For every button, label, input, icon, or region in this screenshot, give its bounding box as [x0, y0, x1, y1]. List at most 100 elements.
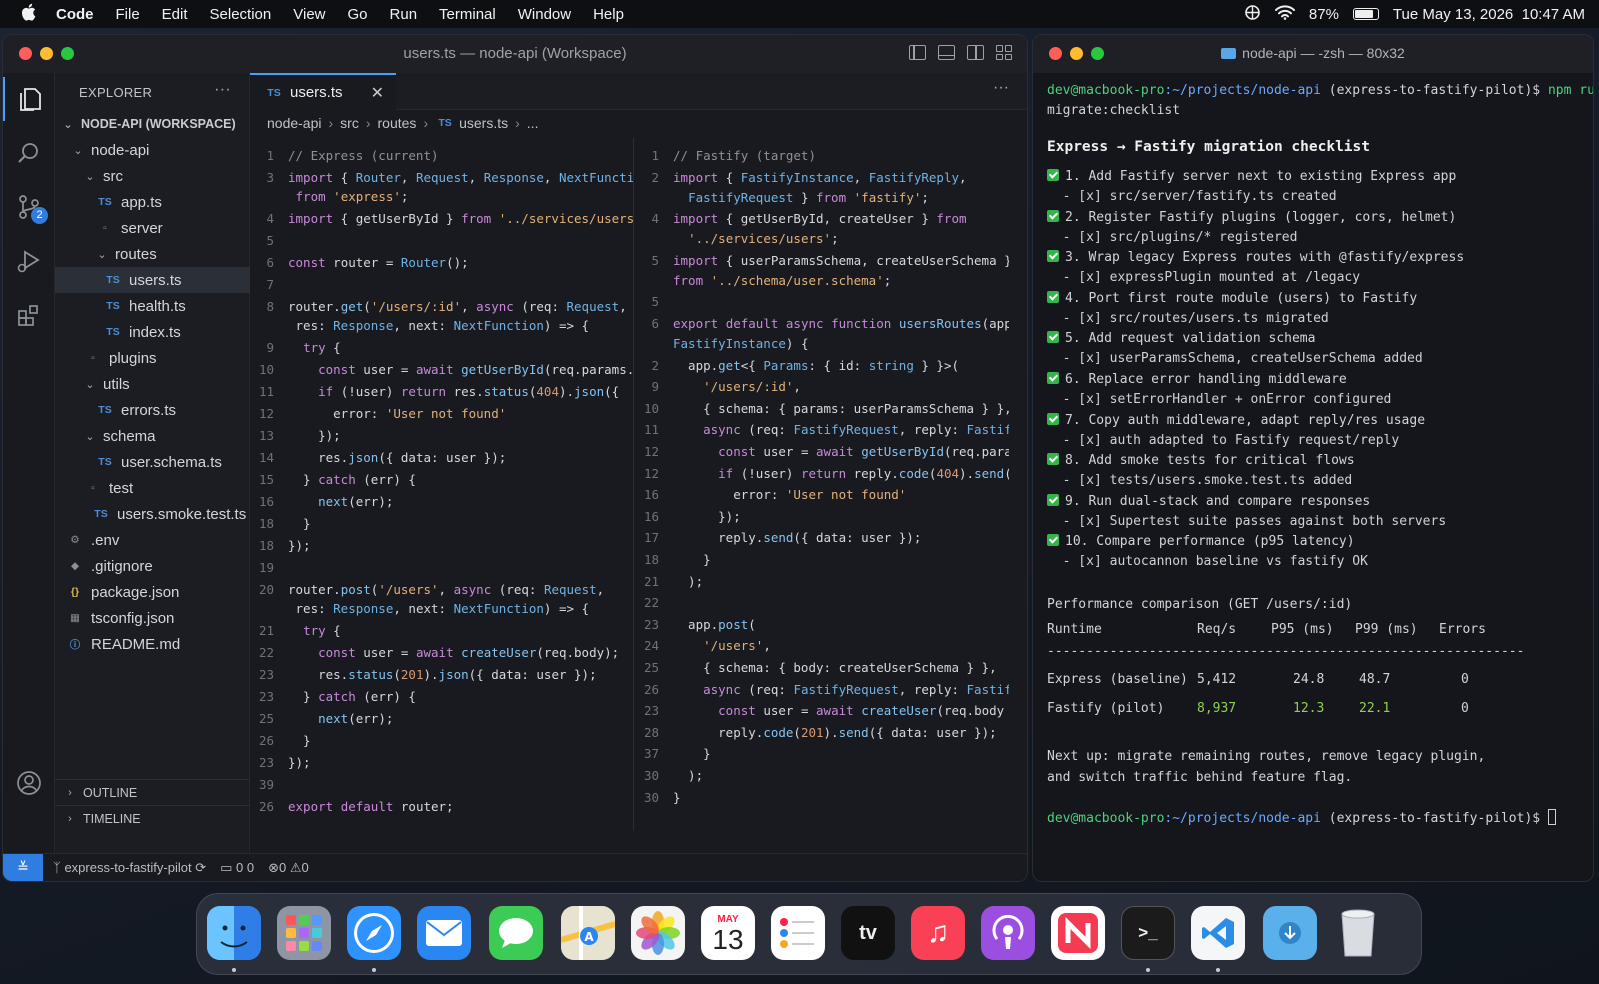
- editor-pane-fastify[interactable]: 1 // Fastify (target) 2 import { FastifyIns…: [635, 138, 1009, 831]
- menu-selection[interactable]: Selection: [210, 6, 272, 23]
- file-row[interactable]: TS app.ts: [55, 189, 250, 215]
- folder-row[interactable]: ▫ test: [55, 475, 250, 501]
- menu-app-name[interactable]: Code: [56, 6, 94, 23]
- menu-terminal[interactable]: Terminal: [439, 6, 496, 23]
- breadcrumb-item[interactable]: users.ts: [459, 115, 508, 131]
- news-icon[interactable]: [1051, 906, 1105, 960]
- branch-status[interactable]: ᛉ express-to-fastify-pilot ⟳: [53, 860, 206, 876]
- file-row[interactable]: TS health.ts: [55, 293, 250, 319]
- music-note: ♫: [926, 916, 950, 949]
- code-line: 21 try {: [250, 621, 341, 641]
- checklist-item: 8. Add smoke tests for critical flows: [1047, 451, 1355, 471]
- source-control-icon[interactable]: 2: [3, 185, 55, 229]
- photos-icon[interactable]: [631, 906, 685, 960]
- file-row[interactable]: TS users.smoke.test.ts: [55, 501, 250, 527]
- messages-icon[interactable]: [489, 906, 543, 960]
- safari-icon[interactable]: [347, 906, 401, 960]
- outline-section[interactable]: › OUTLINE: [55, 779, 250, 805]
- folder-row[interactable]: ▫ server: [55, 215, 250, 241]
- menu-run[interactable]: Run: [390, 6, 418, 23]
- toggle-panel-icon[interactable]: [938, 45, 955, 60]
- folder-row[interactable]: ⌄ src: [55, 163, 250, 189]
- menu-edit[interactable]: Edit: [162, 6, 188, 23]
- terminal-icon[interactable]: >_: [1121, 906, 1175, 960]
- menu-window[interactable]: Window: [518, 6, 571, 23]
- breadcrumb-item[interactable]: src: [340, 115, 359, 131]
- podcasts-icon[interactable]: [981, 906, 1035, 960]
- breadcrumb-item[interactable]: ...: [527, 115, 539, 131]
- file-row[interactable]: ▦ tsconfig.json: [55, 605, 250, 631]
- vpn-icon[interactable]: [1244, 4, 1261, 25]
- battery-level: [1354, 10, 1374, 18]
- tv-icon[interactable]: tv: [841, 906, 895, 960]
- wifi-icon[interactable]: [1274, 4, 1295, 24]
- finder-icon[interactable]: [207, 906, 261, 960]
- timeline-section[interactable]: › TIMELINE: [55, 805, 250, 831]
- toggle-secondary-sidebar-icon[interactable]: [967, 45, 984, 60]
- menu-help[interactable]: Help: [593, 6, 624, 23]
- music-icon[interactable]: ♫: [911, 906, 965, 960]
- customize-layout-icon[interactable]: [996, 45, 1013, 60]
- terminal-command-line: migrate:checklist: [1047, 103, 1181, 118]
- chevron-right-icon: ›: [515, 115, 520, 131]
- file-row[interactable]: TS users.ts: [55, 267, 250, 293]
- code-line: 15 } catch (err) {: [250, 470, 416, 490]
- menu-view[interactable]: View: [293, 6, 325, 23]
- launchpad-icon[interactable]: [277, 906, 331, 960]
- remote-icon[interactable]: ≚: [3, 853, 43, 881]
- menu-file[interactable]: File: [116, 6, 140, 23]
- terminal-output[interactable]: dev@macbook-pro:~/projects/node-api (exp…: [1047, 81, 1593, 871]
- battery-icon[interactable]: [1352, 8, 1379, 20]
- clock[interactable]: Tue May 13, 2026 10:47 AM: [1393, 6, 1585, 23]
- file-row[interactable]: TS user.schema.ts: [55, 449, 250, 475]
- folder-row[interactable]: ⌄ schema: [55, 423, 250, 449]
- code-text: error: 'User not found': [673, 487, 907, 503]
- line-number: 2: [651, 169, 659, 185]
- chevron-down-icon: ⌄: [85, 378, 95, 391]
- file-row[interactable]: ⚙ .env: [55, 527, 250, 553]
- editor-pane-express[interactable]: 1 // Express (current) 3 import { Router, R…: [250, 138, 634, 831]
- problems-status[interactable]: ⊗0 ⚠0: [268, 860, 309, 876]
- calendar-icon[interactable]: MAY 13: [701, 906, 755, 960]
- maps-icon[interactable]: A: [561, 906, 615, 960]
- running-indicator: [232, 968, 236, 972]
- line-number: 28: [643, 724, 659, 740]
- run-debug-icon[interactable]: [3, 239, 55, 283]
- workspace-label: NODE-API (WORKSPACE): [81, 117, 236, 131]
- mail-icon[interactable]: [417, 906, 471, 960]
- breadcrumb-item[interactable]: node-api: [267, 115, 322, 131]
- folder-row[interactable]: ⌄ utils: [55, 371, 250, 397]
- apple-menu-icon[interactable]: [0, 3, 56, 26]
- downloads-folder-icon[interactable]: [1263, 906, 1317, 960]
- breadcrumb-item[interactable]: routes: [378, 115, 417, 131]
- reminders-icon[interactable]: [771, 906, 825, 960]
- battery-percent: 87%: [1308, 5, 1339, 23]
- workspace-root[interactable]: ⌄ NODE-API (WORKSPACE): [55, 111, 250, 137]
- code-text: });: [288, 428, 341, 443]
- search-icon[interactable]: [3, 131, 55, 175]
- tab-users-ts[interactable]: TS users.ts ✕: [250, 73, 396, 110]
- file-row[interactable]: TS errors.ts: [55, 397, 250, 423]
- menu-go[interactable]: Go: [348, 6, 368, 23]
- close-tab-icon[interactable]: ✕: [371, 83, 384, 103]
- folder-row[interactable]: ▫ plugins: [55, 345, 250, 371]
- toggle-sidebar-icon[interactable]: [909, 45, 926, 60]
- vscode-icon[interactable]: [1191, 906, 1245, 960]
- ports-status[interactable]: ▭ 0 0: [220, 860, 254, 876]
- extensions-icon[interactable]: [3, 293, 55, 337]
- code-line: res: Response, next: NextFunction) => {: [250, 316, 590, 336]
- file-row[interactable]: ⓘ README.md: [55, 631, 250, 657]
- editor-more-actions-button[interactable]: ···: [993, 79, 1009, 97]
- explorer-icon[interactable]: [3, 77, 55, 121]
- explorer-more-button[interactable]: ···: [214, 81, 231, 99]
- file-row[interactable]: ◆ .gitignore: [55, 553, 250, 579]
- line-number: 14: [258, 450, 274, 465]
- file-row[interactable]: {} package.json: [55, 579, 250, 605]
- line-number: 16: [643, 487, 659, 503]
- file-row[interactable]: TS index.ts: [55, 319, 250, 345]
- vscode-window: users.ts — node-api (Workspace) 2 EXPLOR…: [2, 34, 1028, 882]
- account-icon[interactable]: [3, 761, 55, 805]
- folder-row[interactable]: ⌄ routes: [55, 241, 250, 267]
- trash-icon[interactable]: [1331, 906, 1385, 960]
- folder-row[interactable]: ⌄ node-api: [55, 137, 250, 163]
